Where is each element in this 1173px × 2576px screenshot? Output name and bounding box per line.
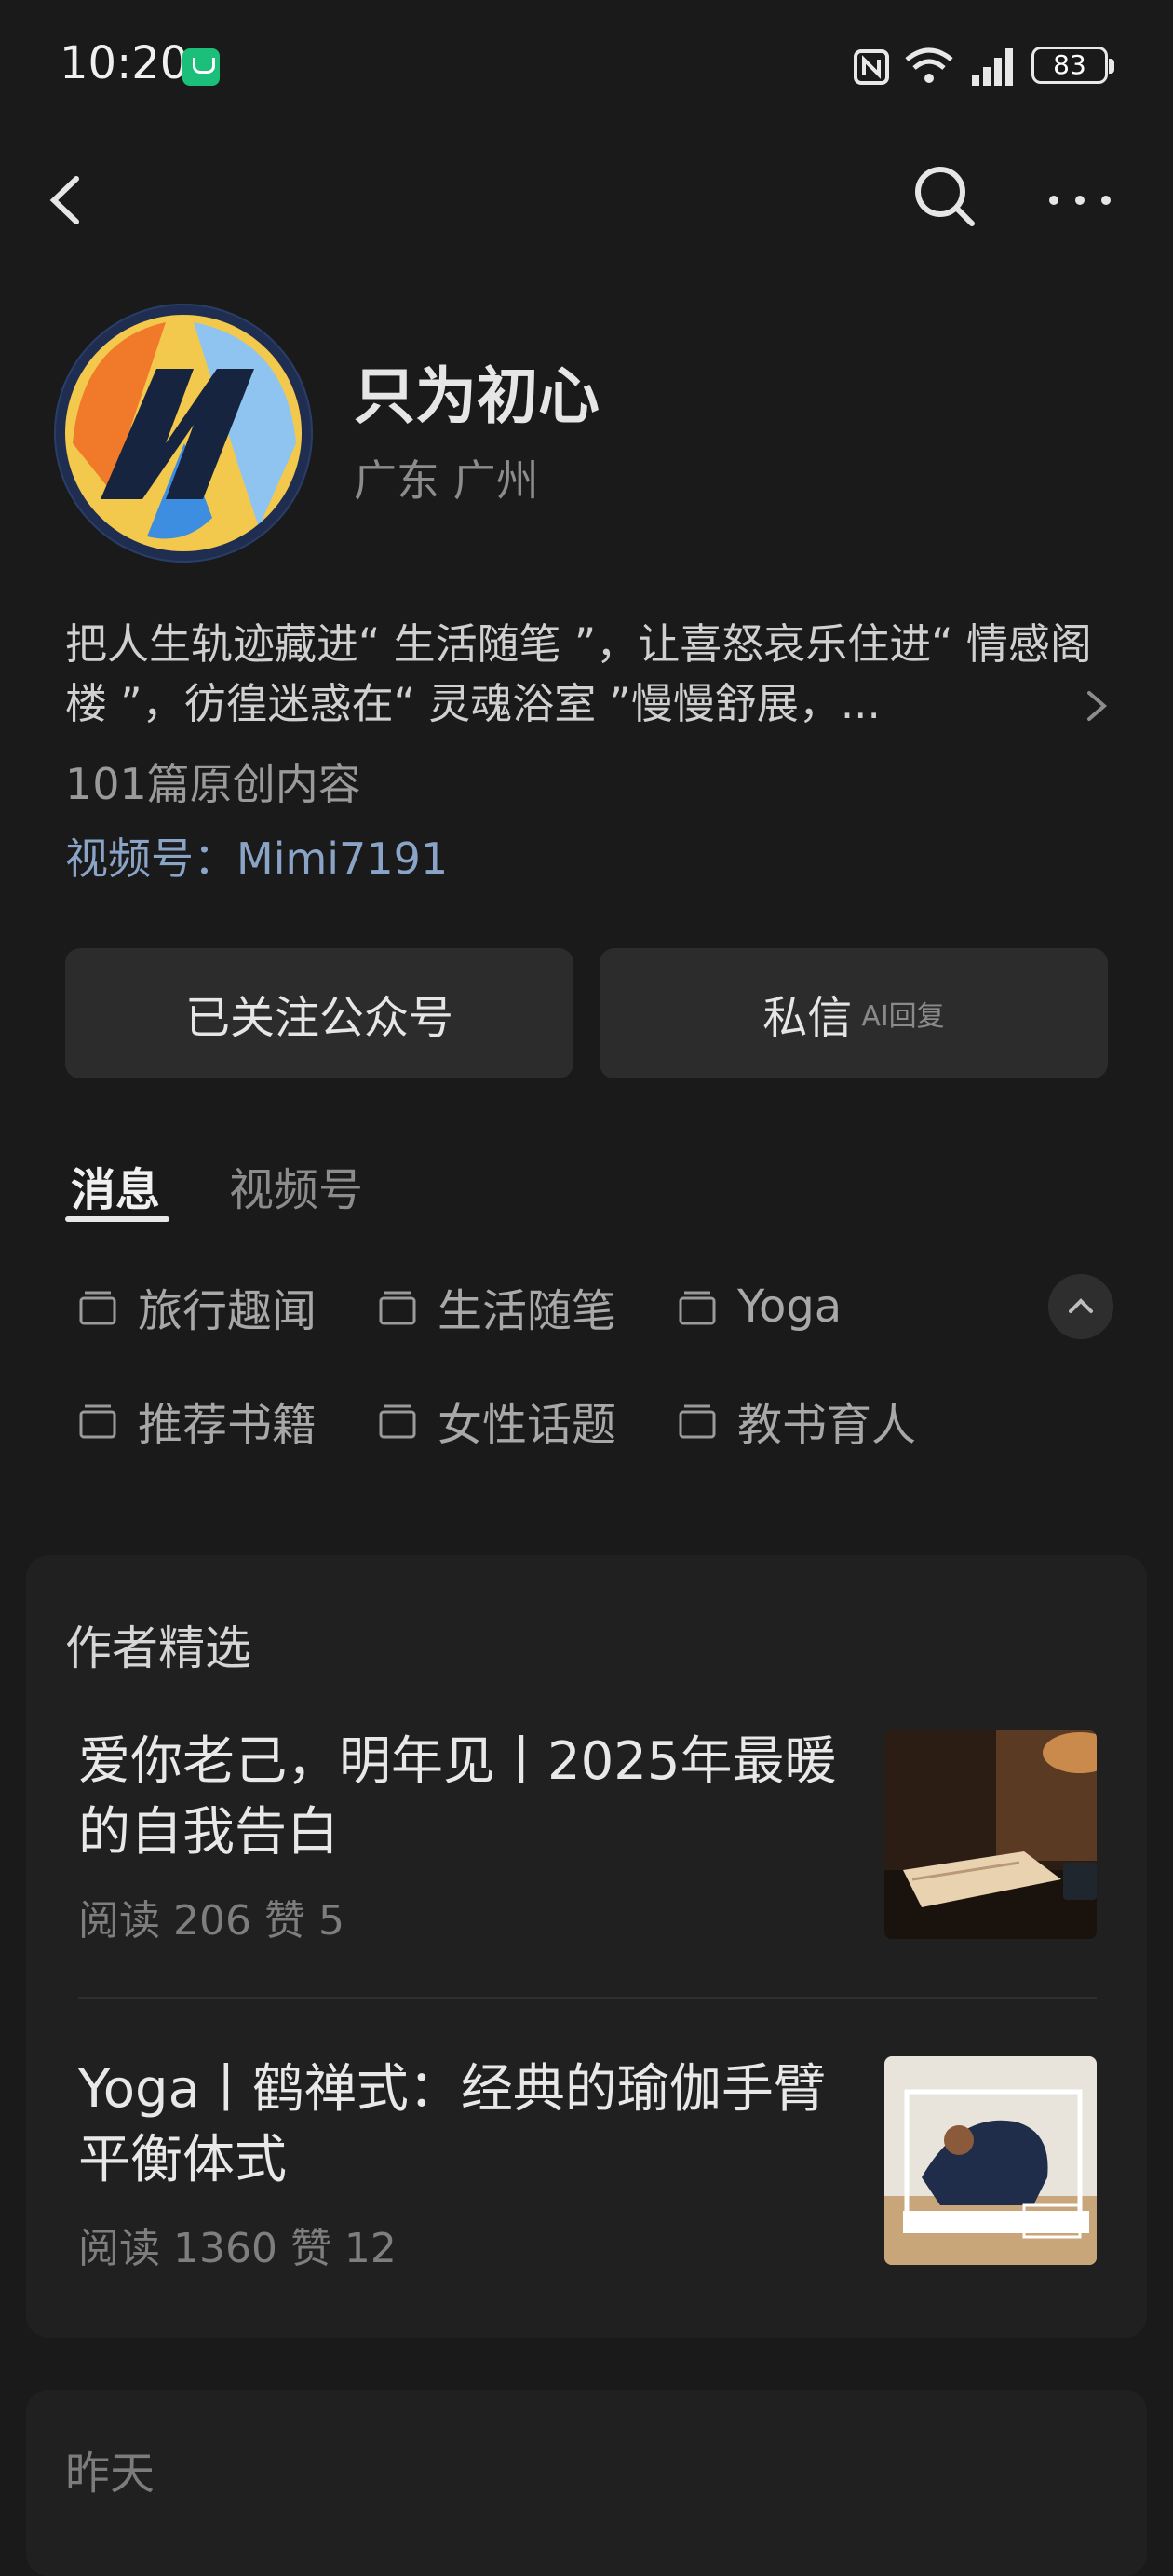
signal-icon [972, 48, 1013, 86]
original-count[interactable]: 101篇原创内容 [65, 751, 361, 812]
collection-label: 女性话题 [438, 1399, 617, 1451]
collection-item[interactable]: Yoga [678, 1274, 842, 1339]
article-thumbnail[interactable] [884, 1730, 1097, 1939]
collection-item[interactable]: 生活随笔 [378, 1274, 616, 1339]
video-account-link[interactable]: 视频号：Mimi7191 [65, 825, 448, 887]
more-button[interactable] [1043, 177, 1117, 224]
section-date-label: 昨天 [65, 2447, 155, 2500]
message-button-label: 私信 [762, 992, 853, 1044]
collection-icon [679, 1404, 716, 1439]
collection-item[interactable]: 推荐书籍 [78, 1388, 317, 1453]
collapse-button[interactable] [1048, 1274, 1113, 1339]
wifi-icon [905, 47, 953, 83]
message-button[interactable]: 私信 AI回复 [600, 948, 1108, 1078]
tab-video-channel[interactable]: 视频号 [229, 1153, 363, 1218]
profile-name: 只为初心 [354, 360, 600, 432]
battery-level: 83 [1053, 49, 1086, 80]
status-time: 10:20 [60, 37, 189, 89]
article-meta: 阅读 1360 赞 12 [78, 2225, 397, 2272]
author-picks-title: 作者精选 [65, 1621, 251, 1675]
follow-button[interactable]: 已关注公众号 [65, 948, 573, 1078]
ai-reply-label: AI回复 [861, 1000, 945, 1033]
article-meta: 阅读 206 赞 5 [78, 1897, 344, 1945]
profile-location: 广东 广州 [354, 455, 539, 506]
collection-item[interactable]: 教书育人 [678, 1388, 916, 1453]
article-thumbnail[interactable] [884, 2056, 1097, 2265]
article-title[interactable]: 爱你老己，明年见丨2025年最暖的自我告白 [78, 1727, 851, 1868]
tab-active-indicator [65, 1216, 169, 1222]
chevron-right-icon[interactable] [1080, 687, 1113, 725]
collection-item[interactable]: 旅行趣闻 [78, 1274, 317, 1339]
collection-label: 推荐书籍 [138, 1399, 317, 1451]
collection-icon [79, 1291, 116, 1325]
nfc-icon [854, 49, 889, 85]
collection-icon [379, 1291, 416, 1325]
app-notification-icon [182, 48, 220, 86]
yesterday-section [26, 2390, 1147, 2576]
collection-label: 教书育人 [737, 1399, 917, 1451]
battery-icon: 83 [1031, 47, 1114, 84]
article-title[interactable]: Yoga丨鹤禅式：经典的瑜伽手臂平衡体式 [78, 2054, 851, 2196]
collection-icon [679, 1291, 716, 1325]
tab-messages[interactable]: 消息 [71, 1153, 160, 1218]
avatar[interactable] [54, 304, 313, 563]
collection-label: 旅行趣闻 [138, 1285, 317, 1337]
collection-icon [79, 1404, 116, 1439]
collection-label: 生活随笔 [438, 1285, 617, 1337]
collection-label: Yoga [737, 1281, 843, 1333]
divider [78, 1997, 1097, 1999]
profile-bio[interactable]: 把人生轨迹藏进“ 生活随笔 ”，让喜怒哀乐住进“ 情感阁楼 ”，彷徨迷惑在“ 灵… [65, 615, 1099, 734]
collection-item[interactable]: 女性话题 [378, 1388, 616, 1453]
search-button[interactable] [912, 164, 978, 229]
back-button[interactable] [37, 168, 97, 233]
follow-button-label: 已关注公众号 [184, 992, 453, 1044]
collection-icon [379, 1404, 416, 1439]
